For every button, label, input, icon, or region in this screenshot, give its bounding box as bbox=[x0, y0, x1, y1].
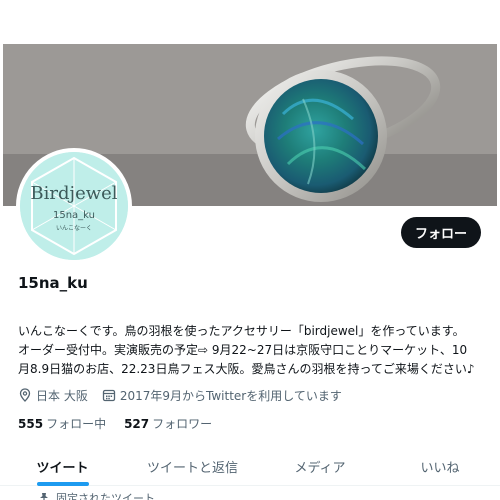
profile-tabs: ツイート ツイートと返信 メディア いいね bbox=[0, 446, 500, 486]
tab-label: ツイート bbox=[36, 460, 89, 476]
followers-label: フォロワー bbox=[152, 417, 213, 431]
location-icon bbox=[19, 388, 31, 402]
top-strip bbox=[0, 0, 500, 44]
tab-media[interactable]: メディア bbox=[260, 446, 380, 486]
follow-counts: 555 フォロー中 527 フォロワー bbox=[18, 415, 230, 432]
avatar-caption-text: いんこなーく bbox=[56, 225, 92, 232]
followers-link[interactable]: 527 フォロワー bbox=[124, 415, 212, 432]
pin-icon bbox=[40, 493, 48, 500]
avatar-logo: Birdjewel 15na_ku いんこなーく bbox=[20, 152, 128, 260]
location-item: 日本 大阪 bbox=[18, 387, 88, 404]
following-link[interactable]: 555 フォロー中 bbox=[18, 415, 106, 432]
tab-likes[interactable]: いいね bbox=[380, 446, 500, 486]
tab-tweets[interactable]: ツイート bbox=[0, 446, 125, 486]
calendar-icon bbox=[102, 389, 115, 402]
pinned-tweet-header: 固定されたツイート bbox=[38, 490, 155, 500]
avatar-handle-text: 15na_ku bbox=[53, 210, 95, 221]
profile-bio: いんこなーくです。鳥の羽根を使ったアクセサリー「birdjewel」を作っていま… bbox=[18, 322, 486, 379]
active-tab-indicator bbox=[36, 482, 89, 486]
following-count: 555 bbox=[18, 417, 44, 431]
profile-meta: 日本 大阪 2017年9月からTwitterを利用しています bbox=[18, 386, 356, 404]
bio-line: オーダー受付中。実演販売の予定⇨ 9月22~27日は京阪守口ことりマーケット、1… bbox=[18, 343, 468, 357]
followers-count: 527 bbox=[124, 417, 150, 431]
tab-label: いいね bbox=[420, 460, 460, 476]
tab-label: メディア bbox=[294, 460, 346, 476]
joined-item: 2017年9月からTwitterを利用しています bbox=[102, 387, 342, 404]
joined-text: 2017年9月からTwitterを利用しています bbox=[119, 388, 342, 403]
tab-label: ツイートと返信 bbox=[146, 460, 238, 476]
avatar[interactable]: Birdjewel 15na_ku いんこなーく bbox=[16, 148, 132, 264]
following-label: フォロー中 bbox=[46, 417, 107, 431]
pinned-label: 固定されたツイート bbox=[56, 492, 155, 500]
display-name: 15na_ku bbox=[18, 274, 88, 292]
avatar-brand-text: Birdjewel bbox=[30, 183, 117, 204]
follow-button[interactable]: フォロー bbox=[401, 217, 481, 248]
location-text: 日本 大阪 bbox=[36, 388, 88, 403]
tab-tweets-and-replies[interactable]: ツイートと返信 bbox=[125, 446, 260, 486]
bio-line: いんこなーくです。鳥の羽根を使ったアクセサリー「birdjewel」を作っていま… bbox=[18, 324, 465, 338]
bio-line: 月8.9日猫のお店、22.23日鳥フェス大阪。愛鳥さんの羽根を持ってご来場くださ… bbox=[18, 362, 475, 376]
